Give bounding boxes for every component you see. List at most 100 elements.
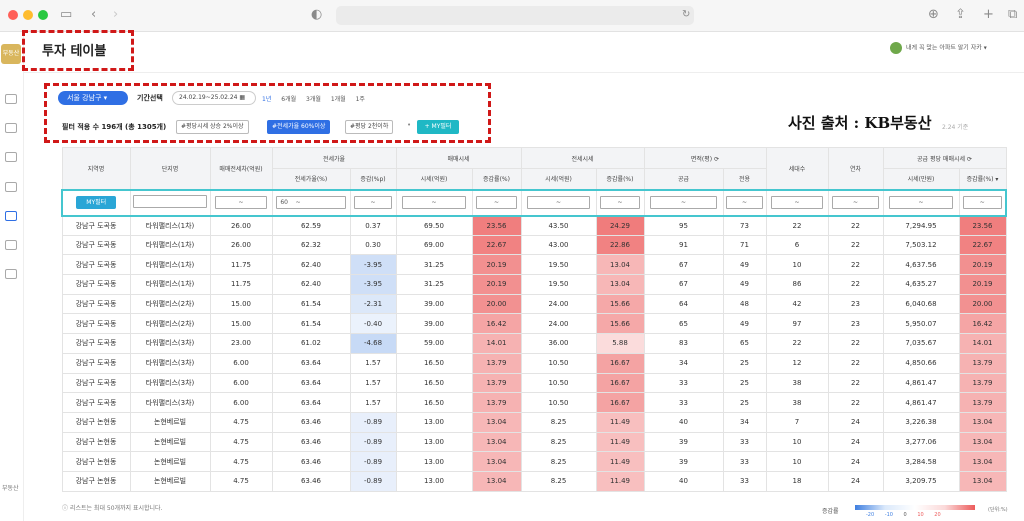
col-group-sale-price: 매매시세 xyxy=(395,147,522,169)
table-row[interactable]: 강남구 도곡동 타워팰리스(3차) 23.00 61.02 -4.68 59.00 14.0… xyxy=(61,333,1007,354)
sidebar-table-icon[interactable] xyxy=(5,211,17,221)
my-filter-button[interactable]: MY필터 xyxy=(76,196,117,209)
table-row[interactable]: 강남구 도곡동 타워팰리스(3차) 6.00 63.64 1.57 16.50 13.79 1… xyxy=(61,372,1007,394)
col-gap[interactable]: 매매전세차(억원) xyxy=(209,147,273,190)
col-ppp-price[interactable]: 시세(만원) xyxy=(882,168,960,190)
back-icon[interactable]: ‹ xyxy=(91,7,96,23)
col-jeonse-change[interactable]: 증감률(%) xyxy=(595,168,645,190)
table-cell: 19.50 xyxy=(520,274,597,295)
table-cell: 16.42 xyxy=(471,313,522,335)
table-row[interactable]: 강남구 논현동 논현베르빌 4.75 63.46 -0.89 13.00 13.04 8.25… xyxy=(61,411,1007,433)
table-cell: 강남구 논현동 xyxy=(61,451,131,472)
table-cell: 67 xyxy=(643,254,724,276)
col-sale-change[interactable]: 증감률(%) xyxy=(471,168,522,190)
table-cell: 타워팰리스(3차) xyxy=(129,372,211,394)
close-window-button[interactable] xyxy=(8,10,18,20)
filter-select[interactable]: ~ xyxy=(770,196,824,209)
address-bar[interactable] xyxy=(336,6,694,25)
table-cell: 63.64 xyxy=(271,392,351,413)
col-sale-price[interactable]: 시세(억원) xyxy=(395,168,473,190)
download-icon[interactable]: ⊕ xyxy=(928,7,939,23)
jeonse-rate-filter-input[interactable]: 60 ~ xyxy=(276,196,346,209)
filter-select[interactable]: ~ xyxy=(401,196,467,209)
filter-select[interactable]: ~ xyxy=(475,196,518,209)
table-cell: 33 xyxy=(722,431,767,453)
minimize-window-button[interactable] xyxy=(23,10,33,20)
table-row[interactable]: 강남구 도곡동 타워팰리스(2차) 15.00 61.54 -0.40 39.00 16.4… xyxy=(61,313,1007,335)
sidebar-camera-icon[interactable] xyxy=(5,182,17,192)
filter-select[interactable]: ~ xyxy=(726,196,763,209)
col-jeonse-rate-change[interactable]: 증감(%p) xyxy=(349,168,397,190)
table-cell: 논현베르빌 xyxy=(129,470,211,492)
col-households[interactable]: 세대수 xyxy=(765,147,829,190)
col-jeonse-rate[interactable]: 전세가율(%) xyxy=(271,168,351,190)
legend-unit: (단위:%) xyxy=(988,507,1008,513)
table-cell: 14.01 xyxy=(958,333,1007,354)
user-menu[interactable]: 내게 꼭 맞는 아파트 알기 자카 ▾ xyxy=(890,42,1020,58)
col-area-exclusive[interactable]: 전용 xyxy=(722,168,767,190)
table-cell: 63.64 xyxy=(271,352,351,374)
table-cell: 강남구 논현동 xyxy=(61,411,131,433)
table-cell: 13.04 xyxy=(471,451,522,472)
table-cell: 13.79 xyxy=(471,392,522,413)
table-cell: -3.95 xyxy=(349,274,397,295)
brand-logo[interactable]: 부동산 xyxy=(1,44,21,64)
col-complex[interactable]: 단지명 xyxy=(129,147,211,190)
filter-select[interactable]: ~ xyxy=(353,196,393,209)
table-cell: 8.25 xyxy=(520,451,597,472)
table-cell: 25 xyxy=(722,352,767,374)
sidebar-home-icon[interactable] xyxy=(5,94,17,104)
table-cell: 65 xyxy=(722,333,767,354)
table-row[interactable]: 강남구 도곡동 타워팰리스(1차) 11.75 62.40 -3.95 31.25 20.1… xyxy=(61,274,1007,295)
col-ppp-change[interactable]: 증감률(%) ▾ xyxy=(958,168,1007,190)
sidebar-chart-icon[interactable] xyxy=(5,123,17,133)
sidebar-brand-bottom: 부동산 xyxy=(2,485,19,492)
table-cell: 63.46 xyxy=(271,470,351,492)
zoom-window-button[interactable] xyxy=(38,10,48,20)
tab-overview-icon[interactable]: ⧉ xyxy=(1008,7,1017,23)
filter-select[interactable]: ~ xyxy=(832,196,879,209)
col-jeonse-price[interactable]: 시세(억원) xyxy=(520,168,597,190)
filter-select[interactable]: ~ xyxy=(214,196,268,209)
ppp-toggle-icon[interactable]: ⟳ xyxy=(967,156,972,163)
sidebar-toggle-icon[interactable]: ▭ xyxy=(60,7,72,23)
share-icon[interactable]: ⇪ xyxy=(955,7,966,23)
legend-label: 증감률 xyxy=(822,508,839,515)
table-row[interactable]: 강남구 논현동 논현베르빌 4.75 63.46 -0.89 13.00 13.04 8.25… xyxy=(61,431,1007,453)
table-cell: 33 xyxy=(722,470,767,492)
table-cell: 10 xyxy=(765,431,829,453)
col-area-supply[interactable]: 공급 xyxy=(643,168,724,190)
col-group-price-per-pyeong: 공급 평당 매매시세 ⟳ xyxy=(882,147,1007,169)
complex-search-input[interactable] xyxy=(132,195,208,208)
table-row[interactable]: 강남구 도곡동 타워팰리스(3차) 6.00 63.64 1.57 16.50 13.79 1… xyxy=(61,352,1007,374)
privacy-shield-icon[interactable]: ◐ xyxy=(311,7,322,23)
area-toggle-icon[interactable]: ⟳ xyxy=(714,156,719,163)
table-row[interactable]: 강남구 도곡동 타워팰리스(2차) 15.00 61.54 -2.31 39.00 20.0… xyxy=(61,293,1007,315)
filter-select[interactable]: ~ xyxy=(649,196,718,209)
col-region[interactable]: 지역명 xyxy=(61,147,131,190)
table-cell: 33 xyxy=(643,372,724,394)
table-cell: 6.00 xyxy=(209,392,273,413)
filter-select[interactable]: ~ xyxy=(526,196,591,209)
table-row[interactable]: 강남구 도곡동 타워팰리스(1차) 26.00 62.59 0.37 69.50 23.56… xyxy=(61,215,1007,236)
filter-select[interactable]: ~ xyxy=(888,196,954,209)
forward-icon[interactable]: › xyxy=(113,7,118,23)
table-row[interactable]: 강남구 도곡동 타워팰리스(1차) 26.00 62.32 0.30 69.00 22.67… xyxy=(61,234,1007,256)
table-row[interactable]: 강남구 논현동 논현베르빌 4.75 63.46 -0.89 13.00 13.04 8.25… xyxy=(61,451,1007,472)
table-row[interactable]: 강남구 논현동 논현베르빌 4.75 63.46 -0.89 13.00 13.04 8.25… xyxy=(61,470,1007,492)
table-row[interactable]: 강남구 도곡동 타워팰리스(1차) 11.75 62.40 -3.95 31.25 20.1… xyxy=(61,254,1007,276)
new-tab-icon[interactable]: + xyxy=(983,7,994,23)
table-cell: 13.04 xyxy=(471,411,522,433)
table-cell: 61.54 xyxy=(271,313,351,335)
table-row[interactable]: 강남구 도곡동 타워팰리스(3차) 6.00 63.64 1.57 16.50 13.79 1… xyxy=(61,392,1007,413)
filter-select[interactable]: ~ xyxy=(599,196,641,209)
reload-icon[interactable]: ↻ xyxy=(682,7,690,23)
filter-cell: ~ xyxy=(722,188,767,217)
sidebar-grid-icon[interactable] xyxy=(5,152,17,162)
sidebar-list-icon[interactable] xyxy=(5,240,17,250)
col-years[interactable]: 연차 xyxy=(827,147,884,190)
table-cell: 20.19 xyxy=(958,254,1007,276)
sidebar-doc-icon[interactable] xyxy=(5,269,17,279)
table-cell: 63.46 xyxy=(271,431,351,453)
filter-select[interactable]: ~ xyxy=(962,196,1002,209)
